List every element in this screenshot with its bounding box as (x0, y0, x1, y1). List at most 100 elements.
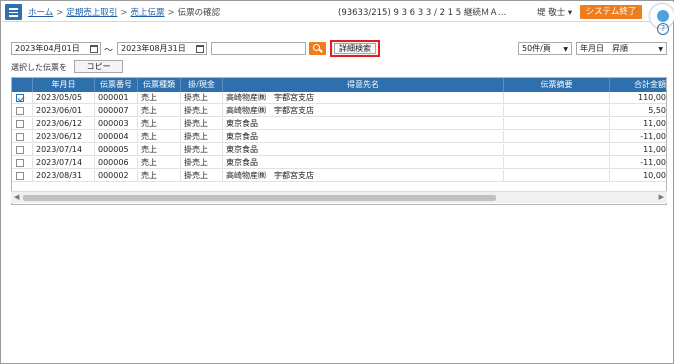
customer-cell: 高崎物産㈱ 宇都宮支店 (223, 92, 504, 104)
slip-no-cell: 000004 (95, 131, 138, 143)
total-cell: 10,00 (610, 170, 666, 182)
column-header-customer[interactable]: 得意先名 (223, 78, 504, 92)
memo-cell (504, 92, 610, 104)
slip-no-cell: 000003 (95, 118, 138, 130)
column-header-slip-no[interactable]: 伝票番号 (95, 78, 138, 92)
slip-type-cell: 売上 (138, 170, 181, 182)
payment-cell: 掛売上 (181, 144, 223, 156)
chevron-down-icon: ▼ (563, 46, 568, 53)
payment-cell: 掛売上 (181, 131, 223, 143)
date-from-value: 2023年04月01日 (15, 44, 80, 53)
selection-label: 選択した伝票を (11, 63, 67, 72)
sort-order-value: 年月日 昇順 (580, 44, 628, 53)
scroll-left-icon[interactable]: ◀ (14, 193, 19, 201)
select-cell (12, 131, 33, 143)
payment-cell: 掛売上 (181, 157, 223, 169)
table-row[interactable]: 2023/05/05 000001 売上 掛売上 高崎物産㈱ 宇都宮支店 110,00 (12, 92, 666, 104)
table-row[interactable]: 2023/08/31 000002 売上 掛売上 高崎物産㈱ 宇都宮支店 10,00 (12, 170, 666, 182)
row-checkbox[interactable] (16, 159, 24, 167)
slip-no-cell: 000002 (95, 170, 138, 182)
date-cell: 2023/07/14 (33, 144, 95, 156)
column-header-date[interactable]: 年月日 (33, 78, 95, 92)
payment-cell: 掛売上 (181, 92, 223, 104)
breadcrumb-current: 伝票の確認 (177, 8, 221, 18)
date-cell: 2023/08/31 (33, 170, 95, 182)
chevron-down-icon: ▼ (658, 46, 663, 53)
calendar-icon[interactable] (90, 45, 98, 53)
column-header-memo[interactable]: 伝票摘要 (504, 78, 610, 92)
date-cell: 2023/05/05 (33, 92, 95, 104)
row-checkbox[interactable] (16, 146, 24, 154)
horizontal-scrollbar[interactable]: ◀ ▶ (11, 191, 667, 203)
memo-cell (504, 157, 610, 169)
table-row[interactable]: 2023/07/14 000006 売上 掛売上 東京食品 -11,00 (12, 157, 666, 169)
table-row[interactable]: 2023/06/01 000007 売上 掛売上 高崎物産㈱ 宇都宮支店 5,50 (12, 105, 666, 117)
breadcrumb-sales-slip[interactable]: 売上伝票 (131, 8, 165, 18)
customer-cell: 東京食品 (223, 157, 504, 169)
scrollbar-thumb[interactable] (23, 195, 496, 201)
select-cell (12, 92, 33, 104)
date-to-field[interactable]: 2023年08月31日 (117, 42, 207, 55)
slip-type-cell: 売上 (138, 144, 181, 156)
breadcrumb-recurring-sales[interactable]: 定期売上取引 (66, 8, 117, 18)
page-size-select[interactable]: 50件/頁 ▼ (518, 42, 572, 55)
customer-cell: 東京食品 (223, 144, 504, 156)
total-cell: 110,00 (610, 92, 666, 104)
copy-button[interactable]: コピー (74, 60, 123, 73)
slip-type-cell: 売上 (138, 118, 181, 130)
table-row[interactable]: 2023/06/12 000004 売上 掛売上 東京食品 -11,00 (12, 131, 666, 143)
column-header-payment[interactable]: 掛/現金 (181, 78, 223, 92)
payment-cell: 掛売上 (181, 170, 223, 182)
memo-cell (504, 131, 610, 143)
date-cell: 2023/06/01 (33, 105, 95, 117)
row-checkbox[interactable] (16, 107, 24, 115)
app-window: ホーム > 定期売上取引 > 売上伝票 > 伝票の確認 (93633/215) 9 3 6 … (0, 0, 674, 364)
scroll-right-icon[interactable]: ▶ (659, 193, 664, 201)
keyword-input[interactable] (211, 42, 306, 55)
page-size-value: 50件/頁 (522, 44, 551, 53)
date-from-field[interactable]: 2023年04月01日 (11, 42, 101, 55)
row-checkbox[interactable] (16, 120, 24, 128)
detail-search-button[interactable]: 詳細検索 (334, 43, 376, 54)
customer-cell: 東京食品 (223, 118, 504, 130)
column-header-total[interactable]: 合計金額 (610, 78, 666, 92)
total-cell: 5,50 (610, 105, 666, 117)
table-row[interactable]: 2023/06/12 000003 売上 掛売上 東京食品 11,00 (12, 118, 666, 130)
column-header-select (12, 78, 33, 92)
slip-table: 年月日 伝票番号 伝票種類 掛/現金 得意先名 伝票摘要 合計金額 2023/0… (11, 77, 667, 205)
row-checkbox[interactable] (16, 172, 24, 180)
customer-cell: 高崎物産㈱ 宇都宮支店 (223, 170, 504, 182)
select-cell (12, 170, 33, 182)
slip-no-cell: 000001 (95, 92, 138, 104)
date-cell: 2023/07/14 (33, 157, 95, 169)
search-button[interactable] (309, 42, 326, 55)
system-exit-button[interactable]: システム終了 (580, 5, 642, 19)
user-menu[interactable]: 堤 敬士 ▾ (537, 6, 572, 18)
calendar-icon[interactable] (196, 45, 204, 53)
slip-no-cell: 000007 (95, 105, 138, 117)
help-icon[interactable]: ? (657, 23, 669, 35)
memo-cell (504, 170, 610, 182)
memo-cell (504, 105, 610, 117)
total-cell: -11,00 (610, 157, 666, 169)
company-info: (93633/215) 9 3 6 3 3 / 2 1 5 継続ＭＡ… (338, 8, 507, 18)
memo-cell (504, 144, 610, 156)
top-bar: ホーム > 定期売上取引 > 売上伝票 > 伝票の確認 (93633/215) 9 3 6 … (2, 2, 674, 22)
customer-cell: 東京食品 (223, 131, 504, 143)
row-checkbox[interactable] (16, 94, 24, 102)
column-header-slip-type[interactable]: 伝票種類 (138, 78, 181, 92)
select-cell (12, 105, 33, 117)
total-cell: -11,00 (610, 131, 666, 143)
row-checkbox[interactable] (16, 133, 24, 141)
breadcrumb-home[interactable]: ホーム (28, 8, 53, 18)
customer-cell: 高崎物産㈱ 宇都宮支店 (223, 105, 504, 117)
hamburger-menu-icon[interactable] (5, 4, 22, 20)
sort-order-select[interactable]: 年月日 昇順 ▼ (576, 42, 667, 55)
memo-cell (504, 118, 610, 130)
detail-search-highlight: 詳細検索 (330, 40, 380, 57)
total-cell: 11,00 (610, 144, 666, 156)
breadcrumb: ホーム > 定期売上取引 > 売上伝票 > 伝票の確認 (28, 8, 221, 18)
table-row[interactable]: 2023/07/14 000005 売上 掛売上 東京食品 11,00 (12, 144, 666, 156)
payment-cell: 掛売上 (181, 118, 223, 130)
slip-type-cell: 売上 (138, 105, 181, 117)
